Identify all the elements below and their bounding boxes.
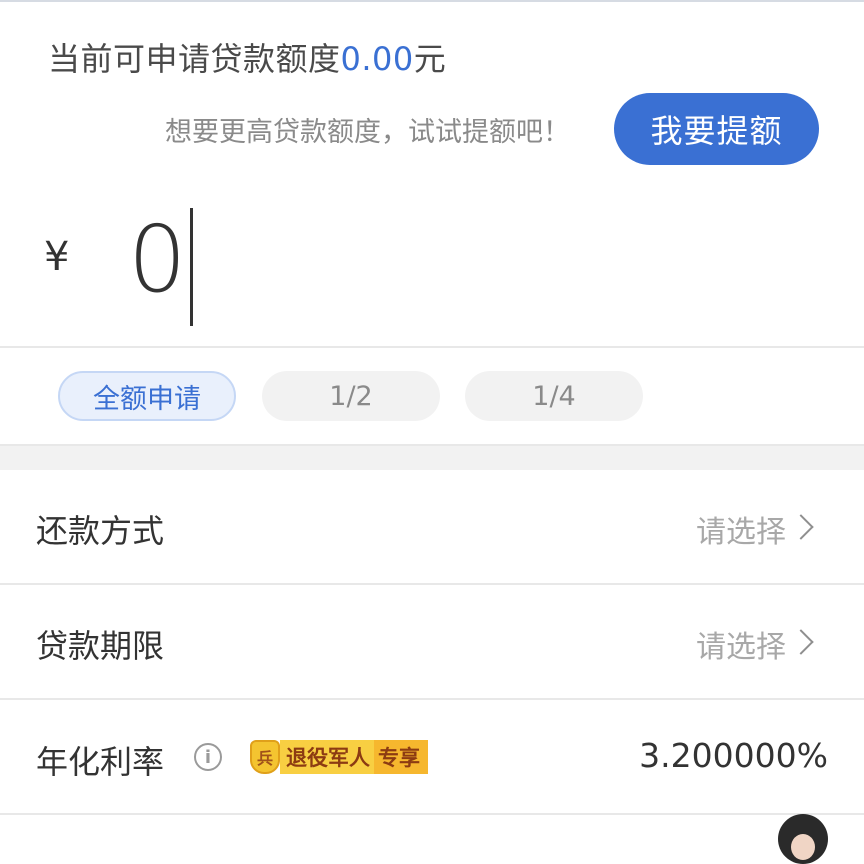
annual-rate-value: 3.200000% [639, 736, 828, 775]
currency-symbol: ¥ [44, 234, 70, 280]
info-icon[interactable]: i [194, 743, 222, 771]
top-border [0, 0, 864, 2]
divider [0, 346, 864, 348]
repayment-method-label: 还款方式 [36, 512, 165, 550]
avatar[interactable] [778, 814, 828, 864]
raise-limit-button[interactable]: 我要提额 [614, 93, 819, 165]
badge-text-veteran: 退役军人 [280, 740, 374, 774]
veteran-exclusive-badge: 兵 退役军人 专享 [250, 740, 428, 774]
chip-full-amount[interactable]: 全额申请 [58, 371, 236, 421]
quota-suffix: 元 [413, 40, 447, 78]
divider [0, 813, 864, 815]
divider [0, 583, 864, 585]
divider [0, 698, 864, 700]
quota-prefix: 当前可申请贷款额度 [48, 40, 341, 78]
chip-half[interactable]: 1/2 [262, 371, 440, 421]
badge-text-exclusive: 专享 [374, 740, 428, 774]
chip-quarter[interactable]: 1/4 [465, 371, 643, 421]
avatar-face [791, 834, 815, 860]
chevron-right-icon [788, 514, 814, 540]
chevron-right-icon [788, 629, 814, 655]
quota-amount: 0.00 [340, 40, 414, 78]
shield-badge-icon: 兵 [250, 740, 280, 774]
annual-rate-label: 年化利率 [36, 743, 165, 781]
available-quota-text: 当前可申请贷款额度0.00元 [48, 34, 446, 80]
repayment-method-value[interactable]: 请选择 [696, 507, 786, 551]
raise-limit-hint: 想要更高贷款额度，试试提额吧！ [165, 117, 570, 148]
loan-term-label: 贷款期限 [36, 627, 165, 665]
section-separator [0, 446, 864, 470]
text-caret [190, 208, 193, 326]
loan-amount-input[interactable]: 0 [128, 205, 187, 315]
loan-term-value[interactable]: 请选择 [696, 622, 786, 666]
